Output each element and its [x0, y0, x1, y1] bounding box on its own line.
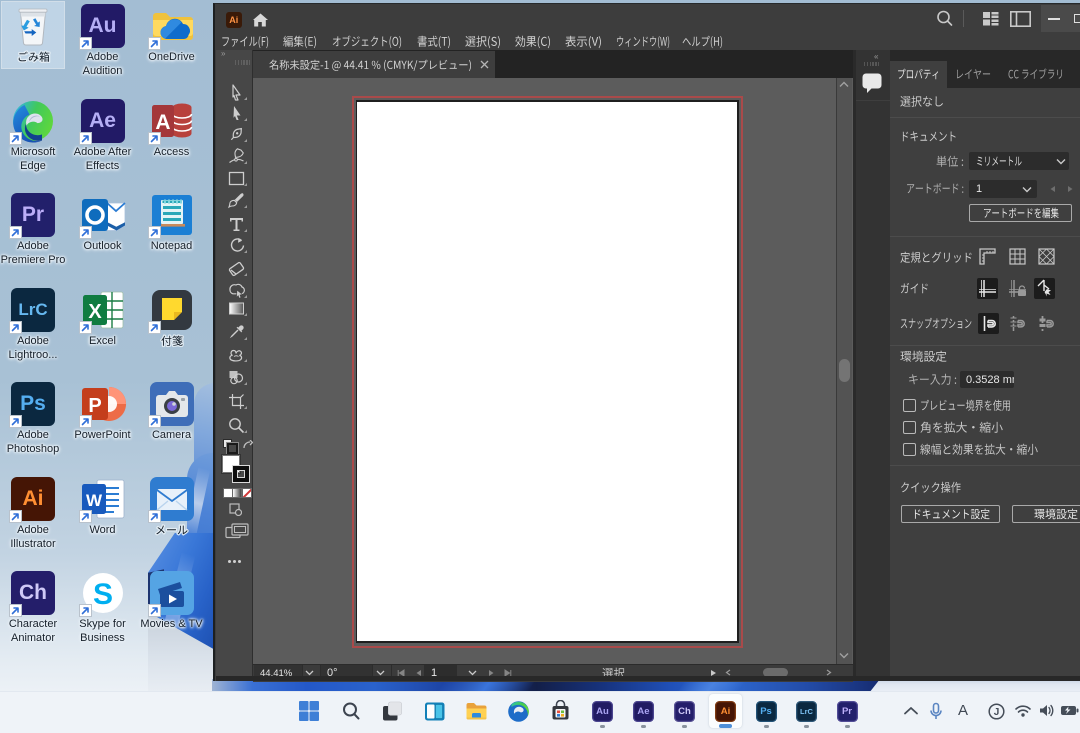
- svg-text:X: X: [88, 301, 102, 323]
- svg-text:P: P: [88, 395, 101, 417]
- svg-text:A: A: [155, 111, 170, 134]
- svg-text:J: J: [994, 707, 1000, 718]
- svg-text:S: S: [92, 578, 112, 611]
- svg-text:W: W: [85, 491, 102, 510]
